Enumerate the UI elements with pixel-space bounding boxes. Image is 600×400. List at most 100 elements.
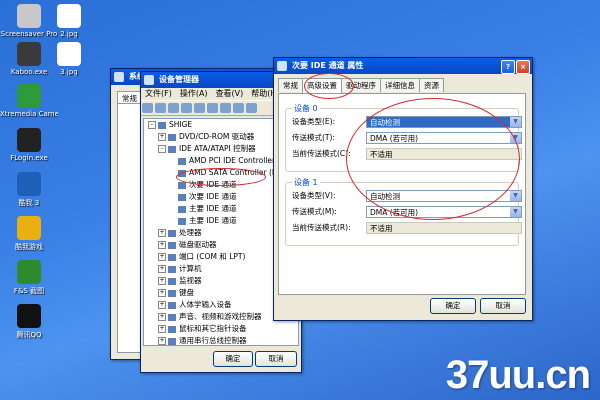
- desktop-icon-label: Xtremedia Camera...: [0, 110, 58, 118]
- tab-details[interactable]: 详细信息: [380, 78, 420, 92]
- device-1-current-label: 当前传送模式(R):: [292, 223, 351, 232]
- update-driver-icon[interactable]: [233, 103, 244, 113]
- device-manager-cancel-button[interactable]: 取消: [255, 351, 297, 367]
- help-icon[interactable]: [207, 103, 218, 113]
- device-icon: [168, 229, 176, 237]
- expand-icon[interactable]: +: [158, 241, 166, 249]
- collapse-icon[interactable]: -: [158, 145, 166, 153]
- menu-view[interactable]: 查看(V): [212, 89, 248, 98]
- image-file-icon: [57, 4, 81, 28]
- tree-node-label: AMD SATA Controller (R): [189, 168, 281, 177]
- tree-node-label: 计算机: [179, 264, 202, 273]
- chevron-down-icon: ▼: [510, 117, 521, 127]
- properties-icon[interactable]: [181, 103, 192, 113]
- desktop-icon[interactable]: 酷我 3: [0, 172, 58, 208]
- device-0-current-value: 不适用: [366, 148, 522, 160]
- tab-advanced-settings[interactable]: 高级设置: [302, 78, 342, 94]
- dialog-title: 次要 IDE 通道 属性: [292, 61, 364, 70]
- device-manager-ok-button[interactable]: 确定: [213, 351, 253, 367]
- expand-icon[interactable]: +: [158, 313, 166, 321]
- device-icon: [168, 337, 176, 345]
- device-1-mode-select[interactable]: DMA (若可用) ▼: [366, 206, 522, 218]
- tree-node-label: SHIGE: [169, 120, 193, 129]
- device-icon: [178, 217, 186, 225]
- desktop-icon[interactable]: FLogin.exe: [0, 128, 58, 162]
- device-0-mode-select[interactable]: DMA (若可用) ▼: [366, 132, 522, 144]
- print-icon[interactable]: [194, 103, 205, 113]
- desktop-icon-label: 2.jpg: [60, 30, 78, 38]
- tree-node-label: 端口 (COM 和 LPT): [179, 252, 246, 261]
- desktop-icon-label: 酷我 3: [18, 199, 40, 207]
- device-0-type-label: 设备类型(E):: [292, 117, 336, 126]
- tree-node-label: 键盘: [179, 288, 194, 297]
- device-0-current-label: 当前传送模式(C):: [292, 149, 351, 158]
- expand-icon[interactable]: +: [158, 325, 166, 333]
- dialog-tabs: 常规 高级设置 驱动程序 详细信息 资源: [278, 78, 444, 94]
- desktop-icon[interactable]: 2.jpg: [40, 4, 98, 38]
- device-icon: [168, 145, 176, 153]
- dialog-ok-button[interactable]: 确定: [430, 298, 476, 314]
- device-0-type-value: 自动检测: [370, 118, 400, 127]
- player-icon: [17, 172, 41, 196]
- expand-icon[interactable]: +: [158, 337, 166, 345]
- tree-node-label: 监视器: [179, 276, 202, 285]
- ide-channel-properties-dialog: 次要 IDE 通道 属性 ? × 常规 高级设置 驱动程序 详细信息 资源 设备 0 设…: [273, 57, 533, 321]
- tree-node-label: 次要 IDE 通道: [189, 192, 237, 201]
- expand-icon[interactable]: +: [158, 133, 166, 141]
- tree-node[interactable]: + 通用串行总线控制器: [144, 335, 298, 345]
- desktop-icon[interactable]: Xtremedia Camera...: [0, 84, 58, 118]
- desktop-icon-label: FLogin.exe: [10, 154, 48, 162]
- device-icon: [168, 265, 176, 273]
- menu-action[interactable]: 操作(A): [176, 89, 212, 98]
- device-icon: [168, 313, 176, 321]
- back-icon[interactable]: [142, 103, 153, 113]
- tree-node-label: 鼠标和其它指针设备: [179, 324, 247, 333]
- expand-icon[interactable]: +: [158, 253, 166, 261]
- device-1-type-select[interactable]: 自动检测 ▼: [366, 190, 522, 202]
- camera-icon: [17, 4, 41, 28]
- device-icon: [178, 181, 186, 189]
- f-app-icon: [17, 128, 41, 152]
- expand-icon[interactable]: +: [158, 277, 166, 285]
- device-1-type-label: 设备类型(V):: [292, 191, 336, 200]
- desktop-icon[interactable]: 腾讯QQ: [0, 304, 58, 340]
- device-icon: [178, 157, 186, 165]
- tree-node-label: 主要 IDE 通道: [189, 216, 237, 225]
- collapse-icon[interactable]: -: [148, 121, 156, 129]
- dialog-cancel-button[interactable]: 取消: [480, 298, 526, 314]
- device-icon: [168, 289, 176, 297]
- device-1-type-value: 自动检测: [370, 192, 400, 201]
- expand-icon[interactable]: +: [158, 265, 166, 273]
- tree-node[interactable]: + 鼠标和其它指针设备: [144, 323, 298, 335]
- menu-file[interactable]: 文件(F): [141, 89, 176, 98]
- tree-node-label: 声音、视频和游戏控制器: [179, 312, 262, 321]
- expand-icon[interactable]: +: [158, 229, 166, 237]
- scan-icon[interactable]: [220, 103, 231, 113]
- tree-node-label: DVD/CD-ROM 驱动器: [179, 132, 255, 141]
- up-icon[interactable]: [168, 103, 179, 113]
- app-icon: [17, 42, 41, 66]
- tab-driver[interactable]: 驱动程序: [341, 78, 381, 92]
- advanced-settings-panel: 设备 0 设备类型(E): 自动检测 ▼ 传送模式(T): DMA (若可用) ▼ …: [278, 93, 526, 295]
- desktop-icon-label: F&S 截图: [13, 287, 45, 295]
- desktop-icon[interactable]: 3.jpg: [40, 42, 98, 76]
- desktop-icon[interactable]: 酷我游戏: [0, 216, 58, 252]
- desktop-icon[interactable]: F&S 截图: [0, 260, 58, 296]
- device-0-group: 设备 0 设备类型(E): 自动检测 ▼ 传送模式(T): DMA (若可用) ▼ …: [285, 103, 522, 172]
- chevron-down-icon: ▼: [510, 207, 521, 217]
- tab-resources[interactable]: 资源: [419, 78, 444, 92]
- device-0-type-select[interactable]: 自动检测 ▼: [366, 116, 522, 128]
- dialog-titlebar[interactable]: 次要 IDE 通道 属性 ? ×: [274, 58, 532, 74]
- forward-icon[interactable]: [155, 103, 166, 113]
- face-icon: [17, 216, 41, 240]
- tab-general[interactable]: 常规: [278, 78, 303, 92]
- close-button[interactable]: ×: [516, 60, 530, 74]
- device-0-mode-value: DMA (若可用): [370, 134, 419, 143]
- expand-icon[interactable]: +: [158, 289, 166, 297]
- uninstall-icon[interactable]: [246, 103, 257, 113]
- tree-node-label: 次要 IDE 通道: [189, 180, 237, 189]
- expand-icon[interactable]: +: [158, 301, 166, 309]
- help-button[interactable]: ?: [501, 60, 515, 74]
- device-icon: [178, 205, 186, 213]
- chevron-down-icon: ▼: [510, 133, 521, 143]
